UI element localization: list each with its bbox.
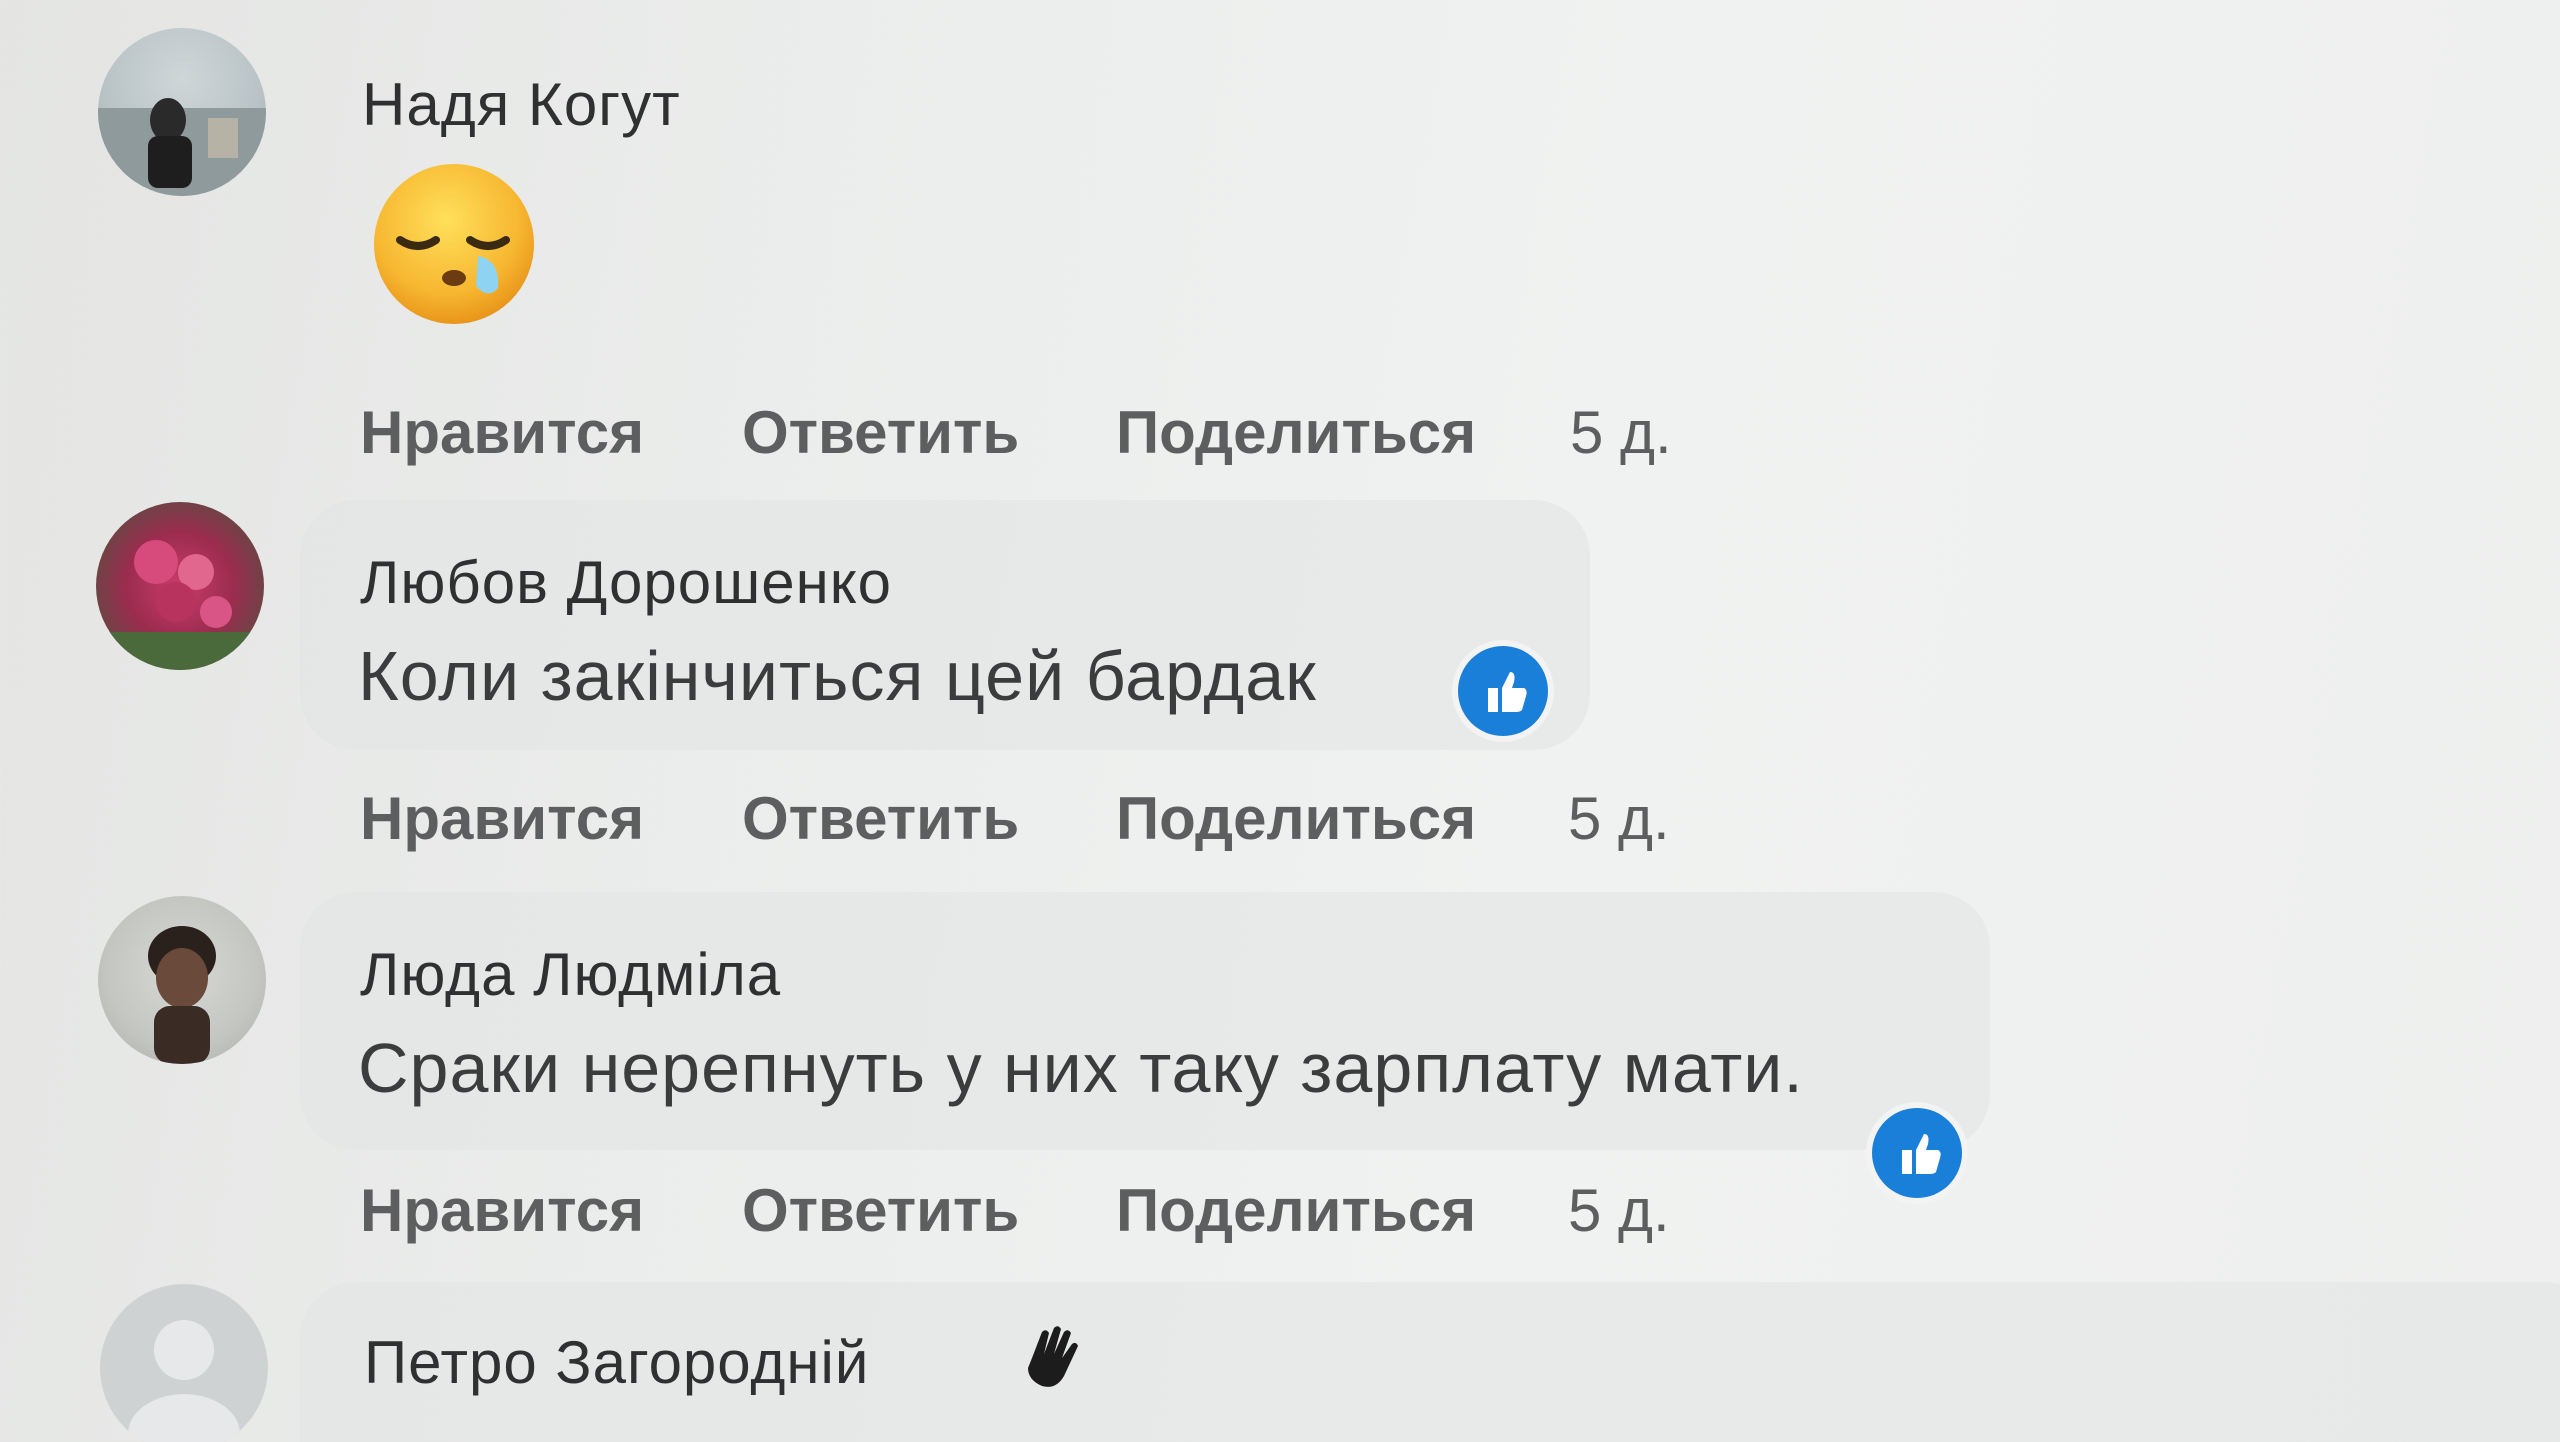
like-button[interactable]: Нравится [360,1176,644,1245]
thumbs-up-icon [1902,1134,1941,1174]
like-icon[interactable] [1458,646,1548,736]
avatar[interactable] [98,896,266,1064]
timestamp[interactable]: 5 д. [1568,784,1670,853]
avatar[interactable] [98,28,266,196]
comment-author[interactable]: Петро Загородній [364,1328,869,1397]
comment-bubble [300,892,1990,1150]
avatar-photo [148,926,216,1064]
share-button[interactable]: Поделиться [1116,784,1476,853]
like-icon[interactable] [1872,1108,1962,1198]
avatar[interactable] [96,502,264,670]
comment-text: Коли закінчиться цей бардак [358,637,1317,715]
comment-author[interactable]: Надя Когут [362,70,681,139]
timestamp[interactable]: 5 д. [1568,1176,1670,1245]
reply-button[interactable]: Ответить [742,784,1019,853]
reply-button[interactable]: Ответить [742,398,1019,467]
default-avatar-icon [128,1320,240,1442]
avatar-photo [98,98,266,196]
share-button[interactable]: Поделиться [1116,1176,1476,1245]
timestamp[interactable]: 5 д. [1570,398,1672,467]
like-button[interactable]: Нравится [360,784,644,853]
comment-author[interactable]: Любов Дорошенко [360,548,892,617]
waving-hand-icon [1028,1326,1078,1387]
comment-text: Сраки нерепнуть у них таку зарплату мати… [358,1029,1804,1107]
reply-button[interactable]: Ответить [742,1176,1019,1245]
comment-author[interactable]: Люда Людміла [360,940,781,1009]
thumbs-up-icon [1488,672,1527,712]
avatar-photo [96,540,264,670]
sleepy-face-emoji [374,164,534,324]
share-button[interactable]: Поделиться [1116,398,1476,467]
avatar[interactable] [100,1284,268,1442]
like-button[interactable]: Нравится [360,398,644,467]
